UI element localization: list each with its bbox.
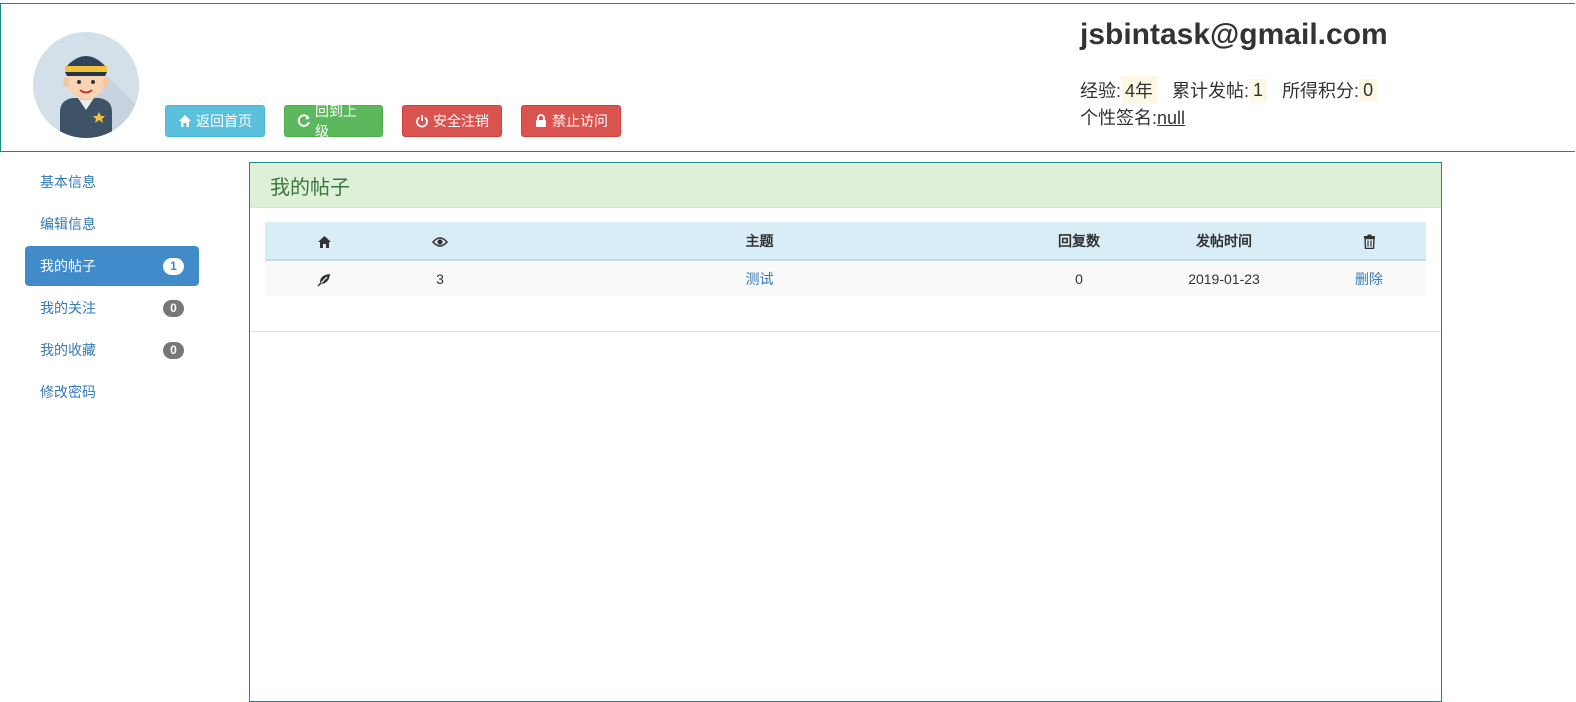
count-badge: 0	[163, 299, 184, 317]
user-header: 返回首页 回到上级 安全注销 禁止访问 jsbintask@gmail.com …	[0, 3, 1575, 152]
points-value: 0	[1359, 78, 1378, 102]
power-icon	[415, 114, 429, 128]
signature-line: 个性签名:null	[1080, 104, 1185, 130]
sidebar-item-label: 修改密码	[40, 384, 96, 400]
sidebar-item-edit-info[interactable]: 编辑信息	[25, 204, 199, 244]
sidebar-nav: 基本信息 编辑信息 我的帖子 1 我的关注 0 我的收藏 0 修改密码	[25, 162, 199, 414]
posts-count-value: 1	[1249, 78, 1268, 102]
refresh-icon	[297, 114, 311, 128]
points-label: 所得积分:	[1282, 81, 1360, 101]
post-type-cell	[265, 260, 383, 296]
action-cell: 删除	[1312, 260, 1426, 296]
logout-button-label: 安全注销	[433, 113, 489, 129]
sidebar-item-label: 我的关注	[40, 300, 96, 316]
sidebar-item-label: 我的收藏	[40, 342, 96, 358]
sidebar-item-label: 基本信息	[40, 174, 96, 190]
column-header-delete	[1312, 222, 1426, 261]
sidebar-item-label: 编辑信息	[40, 216, 96, 232]
panel-body: 主题 回复数 发帖时间 3 测试 0 2019-01-23 删除	[250, 208, 1441, 332]
user-email: jsbintask@gmail.com	[1080, 18, 1388, 51]
trash-icon	[1363, 234, 1376, 249]
subject-cell: 测试	[497, 260, 1022, 296]
forbid-access-button-label: 禁止访问	[552, 113, 608, 129]
experience-value: 4年	[1121, 76, 1158, 104]
panel-title: 我的帖子	[250, 163, 1441, 208]
posts-table: 主题 回复数 发帖时间 3 测试 0 2019-01-23 删除	[265, 222, 1426, 296]
home-icon	[178, 114, 192, 128]
logout-button[interactable]: 安全注销	[402, 105, 502, 137]
forbid-access-button[interactable]: 禁止访问	[521, 105, 621, 137]
avatar	[33, 32, 139, 138]
home-button-label: 返回首页	[196, 113, 252, 129]
sidebar-item-my-follows[interactable]: 我的关注 0	[25, 288, 199, 328]
column-header-views	[383, 222, 497, 261]
column-header-replies: 回复数	[1022, 222, 1136, 261]
post-subject-link[interactable]: 测试	[746, 271, 774, 287]
signature-value: null	[1157, 108, 1186, 128]
post-time-cell: 2019-01-23	[1136, 260, 1312, 296]
back-button[interactable]: 回到上级	[284, 103, 383, 139]
replies-cell: 0	[1022, 260, 1136, 296]
count-badge: 1	[163, 257, 184, 275]
sidebar-item-my-favorites[interactable]: 我的收藏 0	[25, 330, 199, 370]
home-button[interactable]: 返回首页	[165, 105, 265, 137]
count-badge: 0	[163, 341, 184, 359]
eye-icon	[432, 236, 448, 248]
lock-icon	[534, 114, 548, 128]
panel-title-text: 我的帖子	[270, 176, 350, 199]
delete-post-link[interactable]: 删除	[1355, 271, 1383, 287]
sidebar-item-my-posts[interactable]: 我的帖子 1	[25, 246, 199, 286]
back-button-label: 回到上级	[315, 103, 357, 139]
column-header-post-time: 发帖时间	[1136, 222, 1312, 261]
police-avatar-icon	[33, 32, 139, 138]
table-row: 3 测试 0 2019-01-23 删除	[265, 260, 1426, 296]
signature-label: 个性签名:	[1080, 108, 1158, 128]
experience-label: 经验:	[1080, 81, 1122, 101]
views-cell: 3	[383, 260, 497, 296]
sidebar-item-basic-info[interactable]: 基本信息	[25, 162, 199, 202]
user-stats: 经验: 4年 累计发帖: 1 所得积分: 0	[1080, 76, 1378, 104]
column-header-type	[265, 222, 383, 261]
table-header-row: 主题 回复数 发帖时间	[265, 222, 1426, 261]
my-posts-panel: 我的帖子 主题 回复数 发帖时间 3 测试 0 2019-01-23 删除	[249, 162, 1442, 702]
posts-count-label: 累计发帖:	[1172, 81, 1250, 101]
column-header-subject: 主题	[497, 222, 1022, 261]
home-icon	[317, 235, 332, 249]
sidebar-item-change-password[interactable]: 修改密码	[25, 372, 199, 412]
sidebar-item-label: 我的帖子	[40, 258, 96, 274]
leaf-icon	[317, 273, 332, 287]
